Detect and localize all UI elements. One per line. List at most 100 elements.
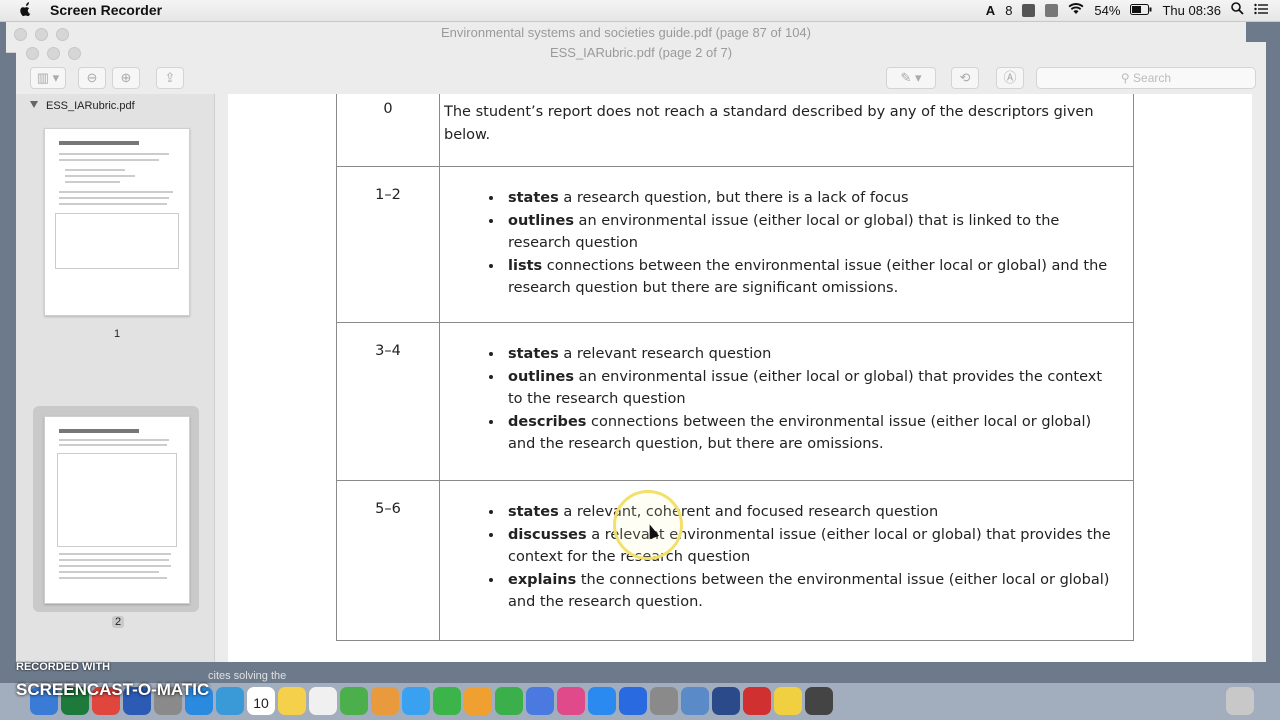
descriptor-item: explains the connections between the env… [504,569,1119,614]
calendar-icon[interactable]: 10 [247,687,275,715]
quicktime-icon[interactable] [712,687,740,715]
toolbar: ▥ ▾ ⊖ ⊕ ⇪ ✎ ▾ ⟲ Ⓐ ⚲ Search [16,64,1266,94]
window-title: ESS_IARubric.pdf (page 2 of 7) [549,45,733,60]
sidebar-file-name: ESS_IARubric.pdf [46,100,135,112]
command-term: states [508,190,559,206]
preview2-icon[interactable] [681,687,709,715]
apple-icon[interactable] [18,2,32,18]
battery-percent: 54% [1094,2,1121,18]
battery-icon[interactable] [1130,3,1152,18]
adobe-icon[interactable]: A [986,3,995,18]
notification-center-icon[interactable] [1254,3,1268,18]
rubric-row: 0 The student’s report does not reach a s… [336,94,1134,167]
zoom-out-button[interactable]: ⊖ [78,67,106,89]
search-placeholder: Search [1133,71,1172,85]
spotlight-icon[interactable] [1231,2,1244,18]
preview-icon[interactable] [216,687,244,715]
descriptor-item: lists connections between the environmen… [504,255,1119,300]
descriptor: states a research question, but there is… [439,166,1134,323]
descriptor-item-text: an environmental issue (either local or … [508,212,1060,252]
reminders-icon[interactable] [309,687,337,715]
messages-icon[interactable] [402,687,430,715]
rubric-table: 0 The student’s report does not reach a s… [336,94,1134,641]
search-field[interactable]: ⚲ Search [1036,67,1256,89]
descriptor-item: states a research question, but there is… [504,187,1119,210]
rubric-row: 3–4states a relevant research questionou… [336,322,1134,481]
itunes-icon[interactable] [557,687,585,715]
app-name[interactable]: Screen Recorder [50,2,162,18]
markup-button[interactable]: ✎ ▾ [886,67,936,89]
descriptor-item-text: connections between the environmental is… [508,413,1092,453]
descriptor-item: discusses a relevant environmental issue… [504,524,1119,569]
recorded-with-label: RECORDED WITH [16,661,111,673]
preview-window: ESS_IARubric.pdf (page 2 of 7) ▥ ▾ ⊖ ⊕ ⇪… [16,42,1266,662]
photos-icon[interactable] [371,687,399,715]
document-view[interactable]: 0 The student’s report does not reach a s… [228,94,1252,662]
command-term: discusses [508,526,587,543]
descriptor-item-text: the connections between the environmenta… [508,571,1110,611]
window-title: Environmental systems and societies guid… [441,25,811,40]
descriptor: The student’s report does not reach a st… [439,94,1134,167]
page-number-1: 1 [114,328,121,340]
descriptor-item-text: a relevant environmental issue (either l… [508,526,1111,566]
descriptor-item-text: an environmental issue (either local or … [508,368,1102,408]
descriptor: states a relevant research questionoutli… [439,322,1134,481]
command-term: states [508,504,559,520]
descriptor-item: describes connections between the enviro… [504,411,1119,456]
command-term: explains [508,571,577,588]
descriptor: states a relevant, coherent and focused … [439,480,1134,641]
notes-icon[interactable] [278,687,306,715]
disclosure-triangle-icon[interactable] [30,101,38,108]
appstore-icon[interactable] [588,687,616,715]
stickies-icon[interactable] [774,687,802,715]
command-term: lists [508,257,543,274]
rotate-button[interactable]: ⟲ [951,67,979,89]
screenshot-icon[interactable] [805,687,833,715]
descriptor-list: states a relevant research questionoutli… [444,343,1119,456]
zoom-in-button[interactable]: ⊕ [112,67,140,89]
facetime-icon[interactable] [433,687,461,715]
menu-bar: Screen Recorder A 8 54% Thu 08:36 [0,0,1280,22]
page-number-2: 2 [112,616,125,628]
clock[interactable]: Thu 08:36 [1162,3,1221,18]
descriptor-item-text: connections between the environmental is… [508,257,1108,297]
share-button[interactable]: ⇪ [156,67,184,89]
descriptor-item: states a relevant research question [504,343,1119,366]
annotate-button[interactable]: Ⓐ [996,67,1024,89]
command-term: outlines [508,212,574,229]
descriptor-item-text: a relevant research question [558,346,772,362]
page-thumbnail-2[interactable] [44,416,190,604]
descriptor-item: outlines an environmental issue (either … [504,210,1119,255]
command-term: outlines [508,368,574,385]
numbers-icon[interactable] [495,687,523,715]
caption-text: cites solving the [208,670,287,682]
descriptor-text: The student’s report does not reach a st… [444,104,1094,143]
mark-band: 0 [336,94,440,167]
descriptor-list: states a relevant, coherent and focused … [444,501,1119,614]
thumbnail-sidebar: ESS_IARubric.pdf 1 2 [16,94,215,662]
vpn-icon[interactable] [1022,3,1036,17]
descriptor-list: states a research question, but there is… [444,187,1119,300]
mark-band: 5–6 [336,480,440,641]
descriptor-item: states a relevant, coherent and focused … [504,501,1119,524]
rubric-row: 5–6 states a relevant, coherent and focus… [336,480,1134,641]
keynote-icon[interactable] [526,687,554,715]
wifi-icon[interactable] [1068,2,1084,18]
dropbox-icon[interactable] [1045,3,1059,17]
pages-icon[interactable] [464,687,492,715]
system-preferences-icon[interactable] [650,687,678,715]
zoom-icon[interactable] [619,687,647,715]
command-term: states [508,346,559,362]
title-bar[interactable]: ESS_IARubric.pdf (page 2 of 7) [16,42,1266,64]
page-thumbnail-1[interactable] [44,128,190,316]
sidebar-toggle-button[interactable]: ▥ ▾ [30,67,66,89]
screenrec-icon[interactable] [743,687,771,715]
command-term: describes [508,413,587,430]
mark-band: 3–4 [336,322,440,481]
maps-icon[interactable] [340,687,368,715]
rubric-row: 1–2 states a research question, but there… [336,166,1134,323]
mark-band: 1–2 [336,166,440,323]
trash-icon[interactable] [1226,687,1254,715]
descriptor-item: outlines an environmental issue (either … [504,366,1119,411]
descriptor-item-text: a research question, but there is a lack… [558,190,909,206]
